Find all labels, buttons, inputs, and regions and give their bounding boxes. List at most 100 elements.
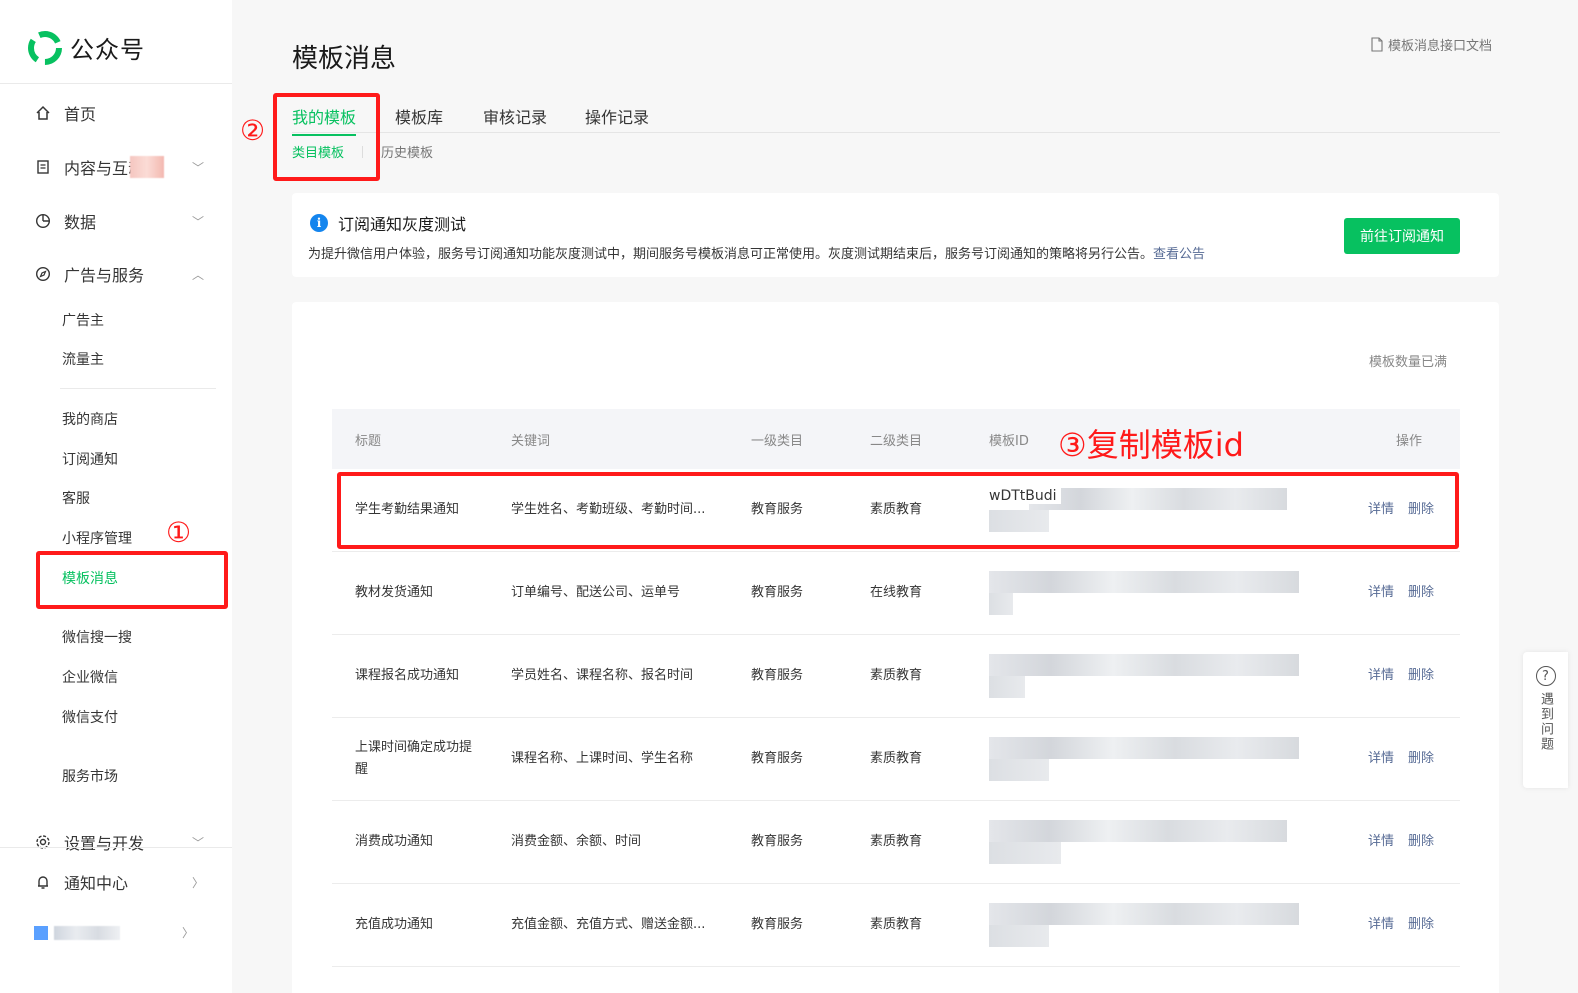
template-id-blurred[interactable] — [989, 737, 1299, 781]
nav-sub-traffic[interactable]: 流量主 — [62, 349, 104, 369]
page-title: 模板消息 — [292, 44, 397, 74]
chevron-right-icon: 〉 — [191, 875, 204, 890]
col-template-id: 模板ID — [989, 433, 1029, 449]
api-doc-link[interactable]: 模板消息接口文档 — [1370, 35, 1492, 54]
detail-link[interactable]: 详情 — [1368, 831, 1394, 853]
help-label: 遇到问题 — [1538, 692, 1553, 752]
template-id-blurred[interactable] — [989, 571, 1299, 615]
annotation-step-3: ③复制模板id — [1058, 426, 1244, 464]
row-keywords: 课程名称、上课时间、学生名称 — [511, 751, 694, 766]
detail-link[interactable]: 详情 — [1368, 582, 1394, 604]
annotation-box-row — [337, 472, 1459, 549]
template-count-note: 模板数量已满 — [1368, 355, 1447, 370]
annotation-box-tab — [273, 93, 380, 181]
gear-icon — [34, 833, 52, 851]
annotation-step-1: ① — [166, 516, 192, 549]
main-tabs: 我的模板 模板库 审核记录 操作记录 — [292, 104, 1500, 136]
row-category1: 教育服务 — [751, 834, 804, 849]
app-logo[interactable]: 公众号 — [28, 30, 145, 65]
question-icon: ? — [1535, 666, 1556, 686]
row-category1: 教育服务 — [751, 917, 804, 932]
account-switcher[interactable]: 〉 — [24, 922, 204, 946]
delete-link[interactable]: 删除 — [1408, 748, 1434, 770]
row-title: 消费成功通知 — [355, 834, 434, 849]
row-category1: 教育服务 — [751, 751, 804, 766]
table-row: 课程报名成功通知 学员姓名、课程名称、报名时间 教育服务 素质教育 详情 删除 — [332, 635, 1460, 718]
tab-template-library[interactable]: 模板库 — [395, 104, 443, 134]
bell-icon — [34, 873, 52, 891]
nav-settings-label: 设置与开发 — [64, 834, 145, 853]
nav-ads[interactable]: 广告与服务 ︿ — [34, 262, 204, 286]
nav-ads-label: 广告与服务 — [64, 266, 145, 285]
template-id-prefix: wDTtBudi — [989, 488, 1061, 504]
notice-title-text: 订阅通知灰度测试 — [338, 215, 467, 234]
row-title: 教材发货通知 — [355, 585, 434, 600]
compass-icon — [34, 265, 52, 283]
table-row: 教材发货通知 订单编号、配送公司、运单号 教育服务 在线教育 详情 删除 — [332, 552, 1460, 635]
nav-notify[interactable]: 通知中心 〉 — [34, 870, 204, 894]
detail-link[interactable]: 详情 — [1368, 914, 1394, 936]
blurred-badge — [130, 156, 164, 178]
row-keywords: 充值金额、充值方式、赠送金额... — [511, 917, 706, 932]
notice-description: 为提升微信用户体验，服务号订阅通知功能灰度测试中，期间服务号模板消息可正常使用。… — [308, 243, 1205, 262]
pie-chart-icon — [34, 212, 52, 230]
delete-link[interactable]: 删除 — [1408, 582, 1434, 604]
detail-link[interactable]: 详情 — [1368, 748, 1394, 770]
annotation-box-menu — [36, 551, 228, 609]
help-float-button[interactable]: ? 遇到问题 — [1523, 652, 1568, 788]
nav-sub-search[interactable]: 微信搜一搜 — [62, 627, 132, 647]
view-announcement-link[interactable]: 查看公告 — [1153, 247, 1205, 262]
template-id-blurred[interactable] — [989, 820, 1299, 864]
nav-sub-wecom[interactable]: 企业微信 — [62, 667, 118, 687]
wechat-mp-logo-icon — [28, 30, 62, 65]
detail-link[interactable]: 详情 — [1368, 665, 1394, 687]
tab-operation-records[interactable]: 操作记录 — [585, 104, 649, 134]
nav-sub-market[interactable]: 服务市场 — [62, 766, 118, 786]
col-category2: 二级类目 — [870, 433, 923, 449]
row-actions: 详情 删除 — [1368, 552, 1434, 634]
nav-sub-subscribe[interactable]: 订阅通知 — [62, 449, 118, 469]
row-category1: 教育服务 — [751, 668, 804, 683]
sidebar: 公众号 首页 内容与互动 ﹀ 数据 ﹀ 广告与服务 ︿ 广告主 流量主 我的商店… — [0, 0, 232, 993]
go-subscribe-button[interactable]: 前往订阅通知 — [1344, 218, 1460, 254]
avatar — [34, 926, 48, 940]
nav-notify-label: 通知中心 — [64, 874, 129, 893]
row-category2: 素质教育 — [870, 917, 923, 932]
notice-title: i 订阅通知灰度测试 — [310, 211, 466, 235]
nav-sub-advertiser[interactable]: 广告主 — [62, 310, 104, 330]
row-actions: 详情 删除 — [1368, 718, 1434, 800]
row-actions: 详情 删除 — [1368, 635, 1434, 717]
nav-sub-service[interactable]: 客服 — [62, 488, 90, 508]
subtab-history-templates[interactable]: 历史模板 — [381, 142, 433, 161]
nav-content-label: 内容与互动 — [64, 159, 134, 178]
notice-banner: i 订阅通知灰度测试 为提升微信用户体验，服务号订阅通知功能灰度测试中，期间服务… — [292, 193, 1499, 277]
file-icon — [1371, 37, 1383, 52]
nav-sub-pay[interactable]: 微信支付 — [62, 707, 118, 727]
nav-data[interactable]: 数据 ﹀ — [34, 209, 204, 233]
template-id-blurred[interactable] — [989, 903, 1299, 947]
row-category2: 素质教育 — [870, 751, 923, 766]
blurred-account-name — [54, 926, 120, 940]
delete-link[interactable]: 删除 — [1408, 831, 1434, 853]
col-actions: 操作 — [1396, 433, 1423, 449]
nav-sub-shop[interactable]: 我的商店 — [62, 409, 118, 429]
tab-review-records[interactable]: 审核记录 — [483, 104, 547, 134]
delete-link[interactable]: 删除 — [1408, 914, 1434, 936]
row-category1: 教育服务 — [751, 585, 804, 600]
nav-content[interactable]: 内容与互动 ﹀ — [34, 155, 204, 179]
nav-sub-miniprogram[interactable]: 小程序管理 — [62, 528, 132, 548]
chevron-up-icon: ︿ — [191, 267, 204, 282]
row-keywords: 学员姓名、课程名称、报名时间 — [511, 668, 694, 683]
template-id-blurred[interactable] — [989, 654, 1299, 698]
table-header: 标题 关键词 一级类目 二级类目 模板ID 操作 — [332, 409, 1460, 469]
table-row: 充值成功通知 充值金额、充值方式、赠送金额... 教育服务 素质教育 详情 删除 — [332, 884, 1460, 967]
document-icon — [34, 158, 52, 176]
sidebar-divider — [0, 83, 232, 84]
col-title: 标题 — [355, 433, 382, 449]
col-category1: 一级类目 — [751, 433, 804, 449]
nav-home[interactable]: 首页 — [34, 101, 204, 125]
row-title: 上课时间确定成功提醒 — [355, 740, 473, 777]
row-category2: 素质教育 — [870, 668, 923, 683]
nav-settings[interactable]: 设置与开发 ﹀ — [34, 830, 204, 854]
delete-link[interactable]: 删除 — [1408, 665, 1434, 687]
